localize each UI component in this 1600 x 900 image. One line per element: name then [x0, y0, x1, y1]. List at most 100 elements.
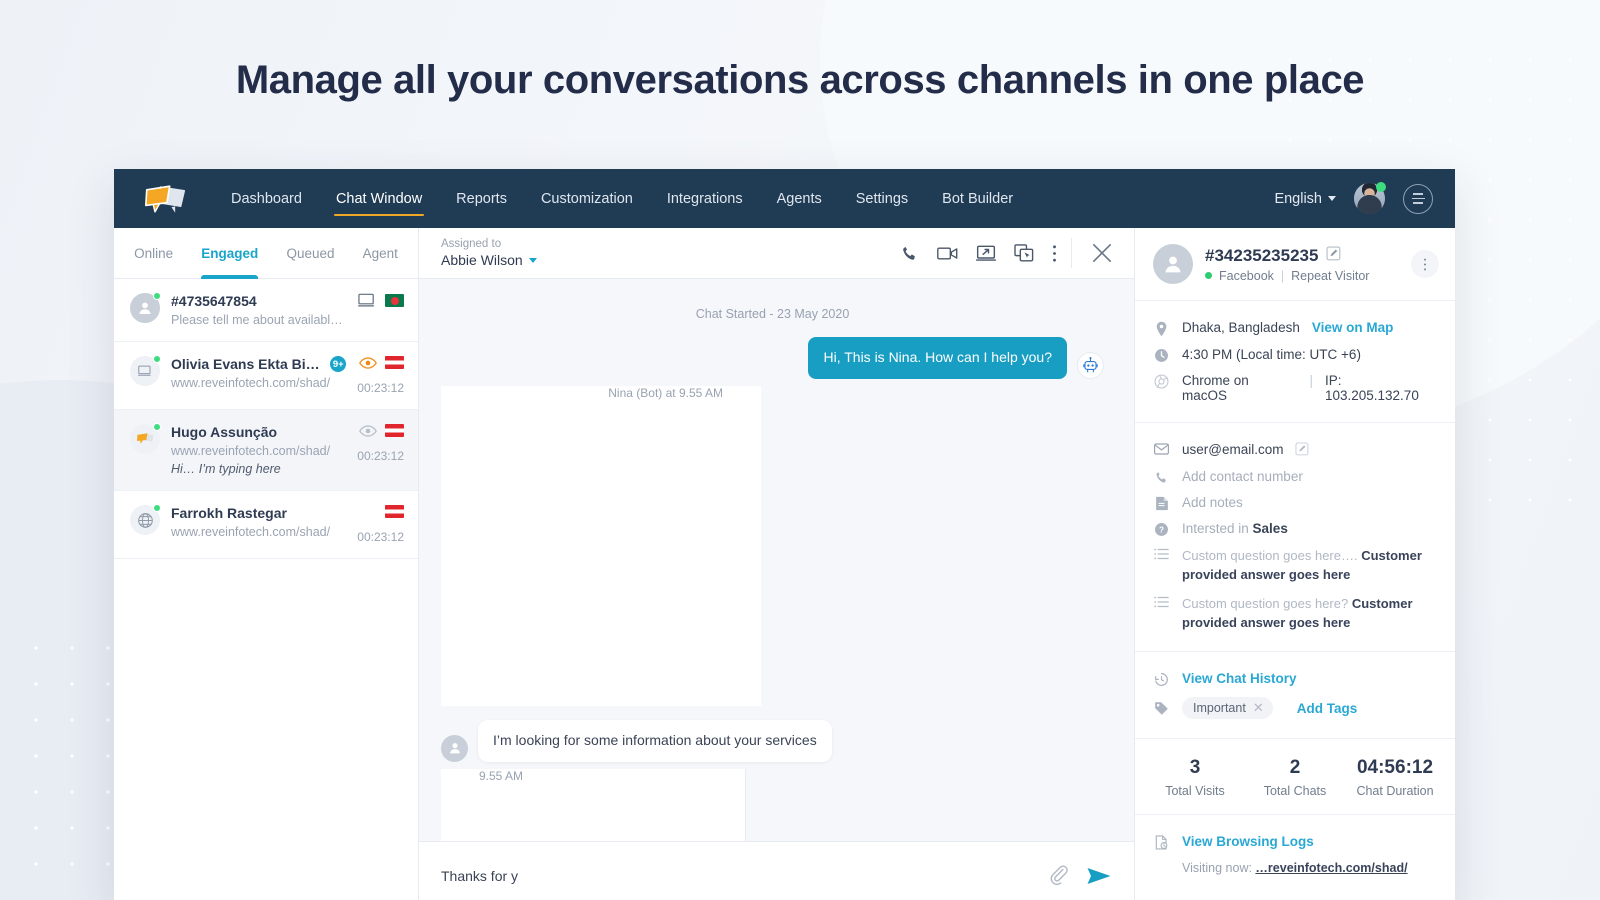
person-avatar-icon [130, 292, 161, 323]
nav-item-settings[interactable]: Settings [839, 169, 925, 228]
stat-value: 04:56:12 [1356, 757, 1434, 779]
message-input[interactable] [441, 867, 1048, 884]
nav-item-customization[interactable]: Customization [524, 169, 650, 228]
tag-chip-important[interactable]: Important ✕ [1182, 697, 1273, 720]
paperclip-icon[interactable] [1048, 864, 1070, 887]
chat-panel: Assigned to Abbie Wilson Chat Started - … [419, 228, 1135, 900]
tab-queued[interactable]: Queued [272, 228, 348, 278]
rev-chat-logo-avatar-icon [130, 423, 161, 454]
tab-engaged[interactable]: Engaged [187, 228, 272, 279]
visitor-more-options-icon[interactable] [1411, 250, 1439, 278]
tab-online[interactable]: Online [120, 228, 187, 278]
message-bubble: I’m looking for some information about y… [478, 719, 832, 762]
view-on-map-link[interactable]: View on Map [1312, 320, 1394, 335]
message-row-incoming: I’m looking for some information about y… [441, 719, 1104, 762]
call-icon[interactable] [900, 244, 919, 263]
nav-item-reports[interactable]: Reports [439, 169, 524, 228]
browsing-log-icon [1153, 834, 1170, 850]
conversation-duration: 00:23:12 [357, 530, 404, 544]
country-flag-austria-icon [385, 356, 404, 369]
message-bubble: Hi, This is Nina. How can I help you? [808, 337, 1067, 379]
online-status-dot [153, 423, 161, 431]
conversation-name: Hugo Assunção [171, 424, 278, 440]
eye-watching-icon[interactable] [359, 424, 377, 437]
message-row-outgoing: Hi, This is Nina. How can I help you? [441, 337, 1104, 379]
rev-chat-logo-icon[interactable] [144, 184, 188, 214]
local-time-row: 4:30 PM (Local time: UTC +6) [1153, 342, 1439, 368]
stat-label: Total Visits [1165, 784, 1225, 799]
conversation-meta [358, 293, 404, 327]
question-mark-icon: ? [1153, 521, 1170, 537]
desktop-icon [358, 293, 375, 307]
browsing-logs-section: View Browsing Logs Visiting now: …revein… [1135, 815, 1455, 889]
conversation-duration: 00:23:12 [357, 381, 404, 395]
visitor-meta: Facebook | Repeat Visitor [1205, 269, 1369, 283]
browsing-logs-row[interactable]: View Browsing Logs [1153, 829, 1439, 855]
conversation-text: Farrokh Rastegar www.reveinfotech.com/sh… [171, 505, 346, 544]
language-selector[interactable]: English [1274, 191, 1336, 207]
tag-label: Important [1193, 701, 1246, 716]
conversation-preview: www.reveinfotech.com/shad/ [171, 444, 331, 458]
view-browsing-logs-link: View Browsing Logs [1182, 834, 1314, 850]
tab-agent[interactable]: Agent [349, 228, 412, 278]
add-tags-link[interactable]: Add Tags [1297, 701, 1358, 716]
interest-row: ? Intersted in Sales [1153, 516, 1439, 542]
visiting-now-url[interactable]: …reveinfotech.com/shad/ [1255, 861, 1407, 875]
list-icon [1153, 595, 1170, 608]
message-composer [419, 841, 1134, 900]
visiting-now-row: Visiting now: …reveinfotech.com/shad/ [1153, 861, 1439, 875]
visitor-type: Repeat Visitor [1291, 268, 1370, 283]
conversation-list-item[interactable]: #4735647854 Please tell me about availab… [114, 279, 418, 342]
conversation-list-item[interactable]: Olivia Evans Ekta Bishal N... 9+ www.rev… [114, 342, 418, 410]
nav-item-integrations[interactable]: Integrations [650, 169, 760, 228]
nav-links: Dashboard Chat Window Reports Customizat… [214, 169, 1030, 228]
visitor-identity: #34235235235 Facebook | Repeat Visitor [1205, 246, 1369, 283]
add-notes-row[interactable]: Add notes [1153, 490, 1439, 516]
interest-value: Sales [1252, 521, 1288, 536]
conversation-duration: 00:23:12 [357, 449, 404, 463]
nav-item-dashboard[interactable]: Dashboard [214, 169, 319, 228]
nav-item-chat-window[interactable]: Chat Window [319, 169, 439, 228]
visitor-email: user@email.com [1182, 442, 1284, 457]
conversation-meta: 00:23:12 [357, 424, 404, 476]
location-row: Dhaka, Bangladesh View on Map [1153, 315, 1439, 342]
nav-item-agents[interactable]: Agents [760, 169, 839, 228]
online-status-dot [153, 355, 161, 363]
message-timestamp: 9.55 AM [441, 768, 746, 841]
phone-icon [1153, 469, 1170, 485]
chat-started-note: Chat Started - 23 May 2020 [695, 307, 850, 321]
conversation-list-item[interactable]: Hugo Assunção www.reveinfotech.com/shad/… [114, 410, 418, 491]
conversation-typing-indicator: Hi… I’m typing here [171, 462, 281, 476]
assigned-agent-selector[interactable]: Abbie Wilson [441, 252, 537, 268]
more-options-icon[interactable] [1052, 244, 1057, 263]
tag-remove-icon[interactable]: ✕ [1253, 700, 1264, 716]
eye-watching-icon[interactable] [359, 356, 377, 369]
co-browse-icon[interactable] [1014, 244, 1034, 262]
visitor-header: #34235235235 Facebook | Repeat Visitor [1135, 228, 1455, 301]
video-call-icon[interactable] [937, 245, 958, 262]
user-avatar[interactable] [1354, 182, 1386, 214]
app-body: Online Engaged Queued Agent #4735647854 … [114, 228, 1455, 900]
hamburger-menu-icon[interactable] [1403, 183, 1433, 214]
nav-right-cluster: English [1274, 182, 1433, 214]
visitor-id-row: #34235235235 [1205, 246, 1369, 266]
send-icon[interactable] [1086, 865, 1112, 887]
chat-history-row[interactable]: View Chat History [1153, 666, 1439, 692]
close-chat-button[interactable] [1071, 238, 1134, 268]
custom-question-row: Custom question goes here? Customer prov… [1153, 590, 1439, 638]
screen-share-icon[interactable] [976, 245, 996, 262]
dot-pattern-bottom-left [18, 630, 128, 890]
message-list[interactable]: Chat Started - 23 May 2020 Hi, This is N… [419, 279, 1134, 841]
visitor-id: #34235235235 [1205, 245, 1319, 265]
add-contact-row[interactable]: Add contact number [1153, 464, 1439, 490]
conversation-list-item[interactable]: Farrokh Rastegar www.reveinfotech.com/sh… [114, 491, 418, 559]
visitor-avatar-icon [1153, 244, 1193, 284]
edit-pencil-icon[interactable] [1326, 245, 1341, 266]
edit-pencil-icon[interactable] [1295, 442, 1309, 459]
tags-row: Important ✕ Add Tags [1153, 692, 1439, 724]
assigned-to-block[interactable]: Assigned to Abbie Wilson [441, 238, 537, 268]
nav-item-bot-builder[interactable]: Bot Builder [925, 169, 1030, 228]
custom-question: Custom question goes here…. [1182, 548, 1362, 563]
map-pin-icon [1153, 320, 1170, 337]
country-flag-bangladesh-icon [385, 294, 404, 307]
